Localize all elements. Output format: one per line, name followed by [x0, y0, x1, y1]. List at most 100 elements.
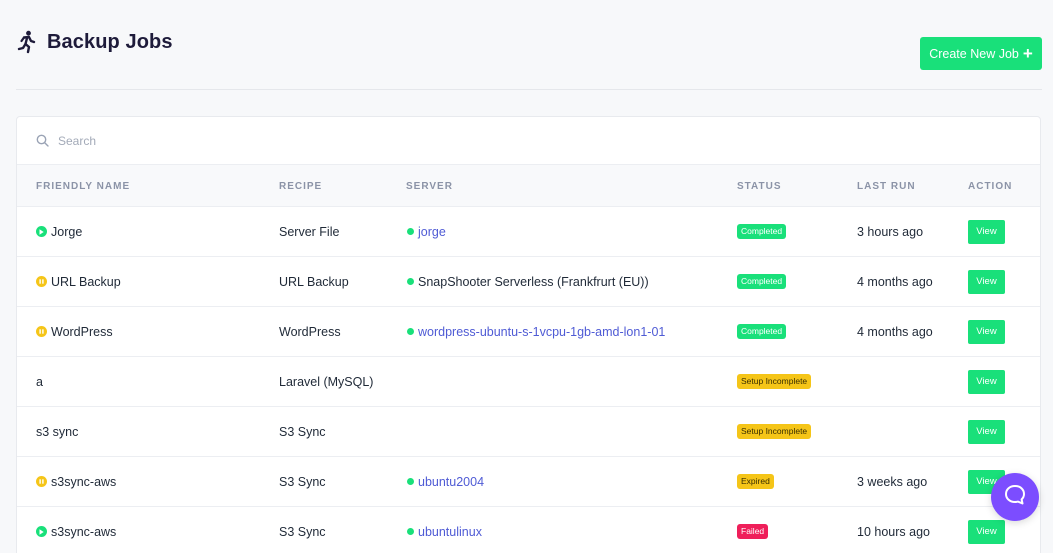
server-cell: jorge	[407, 207, 446, 256]
server-link[interactable]: ubuntulinux	[418, 525, 482, 539]
status-badge: Completed	[737, 224, 787, 239]
table-row[interactable]: a Laravel (MySQL) Setup Incomplete View	[17, 357, 1040, 407]
status-cell: Setup Incomplete	[737, 407, 812, 456]
view-button[interactable]: View	[968, 319, 1005, 344]
search-input[interactable]	[58, 133, 358, 148]
pause-icon	[36, 476, 47, 487]
page-title: Backup Jobs	[47, 30, 173, 53]
recipe-cell: Laravel (MySQL)	[279, 357, 373, 406]
status-badge: Failed	[737, 524, 769, 539]
view-button[interactable]: View	[968, 219, 1005, 244]
status-badge: Setup Incomplete	[737, 374, 812, 389]
server-cell: SnapShooter Serverless (Frankfrurt (EU))	[407, 257, 649, 306]
recipe-cell: S3 Sync	[279, 457, 326, 506]
last-run: 10 hours ago	[857, 524, 930, 539]
job-name-cell: URL Backup	[36, 257, 121, 306]
table-header: FRIENDLY NAME RECIPE SERVER STATUS LAST …	[17, 165, 1040, 207]
action-cell: View	[968, 307, 1005, 356]
status-cell: Expired	[737, 457, 774, 506]
server-online-icon	[407, 478, 414, 485]
server-link[interactable]: wordpress-ubuntu-s-1vcpu-1gb-amd-lon1-01	[418, 325, 665, 339]
job-name-cell: s3sync-aws	[36, 457, 116, 506]
job-name-cell: Jorge	[36, 207, 82, 256]
column-header-server[interactable]: SERVER	[406, 181, 453, 192]
last-run: 3 weeks ago	[857, 474, 928, 489]
last-run-cell: 4 months ago	[857, 307, 933, 356]
status-badge: Setup Incomplete	[737, 424, 812, 439]
column-header-action: ACTION	[968, 181, 1013, 192]
recipe: WordPress	[279, 324, 341, 339]
job-name-cell: s3sync-aws	[36, 507, 116, 553]
table-row[interactable]: WordPress WordPress wordpress-ubuntu-s-1vc…	[17, 307, 1040, 357]
recipe-cell: WordPress	[279, 307, 341, 356]
column-header-status[interactable]: STATUS	[737, 181, 782, 192]
view-button[interactable]: View	[968, 369, 1005, 394]
table-row[interactable]: Jorge Server File jorge Completed 3 hours ag…	[17, 207, 1040, 257]
recipe: S3 Sync	[279, 474, 326, 489]
title-wrap: Backup Jobs	[16, 30, 173, 54]
column-header-last-run[interactable]: LAST RUN	[857, 181, 916, 192]
status-badge: Expired	[737, 474, 774, 489]
last-run-cell: 10 hours ago	[857, 507, 930, 553]
search-bar	[17, 117, 1040, 165]
view-button[interactable]: View	[968, 419, 1005, 444]
status-cell: Setup Incomplete	[737, 357, 812, 406]
search-icon	[36, 134, 49, 147]
last-run-cell: 4 months ago	[857, 257, 933, 306]
action-cell: View	[968, 357, 1005, 406]
status-badge: Completed	[737, 324, 787, 339]
recipe: URL Backup	[279, 274, 349, 289]
last-run: 3 hours ago	[857, 224, 924, 239]
job-name: s3sync-aws	[51, 474, 117, 489]
runner-icon	[16, 30, 36, 54]
recipe: S3 Sync	[279, 424, 326, 439]
view-button[interactable]: View	[968, 269, 1005, 294]
play-icon	[36, 226, 47, 237]
status-cell: Completed	[737, 207, 787, 256]
job-name: URL Backup	[51, 274, 121, 289]
pause-icon	[36, 326, 47, 337]
table-row[interactable]: s3sync-aws S3 Sync ubuntulinux Failed 10 hou…	[17, 507, 1040, 553]
job-name: WordPress	[51, 324, 113, 339]
server-online-icon	[407, 228, 414, 235]
recipe: Server File	[279, 224, 340, 239]
page-header: Backup Jobs Create New Job +	[16, 28, 1042, 90]
table-row[interactable]: URL Backup URL Backup SnapShooter Serverle…	[17, 257, 1040, 307]
recipe-cell: S3 Sync	[279, 407, 326, 456]
status-cell: Completed	[737, 257, 787, 306]
job-name-cell: WordPress	[36, 307, 113, 356]
server-link: SnapShooter Serverless (Frankfrurt (EU))	[418, 274, 649, 289]
last-run-cell: 3 weeks ago	[857, 457, 927, 506]
create-new-job-button[interactable]: Create New Job +	[920, 37, 1042, 70]
chat-widget-button[interactable]	[991, 473, 1039, 521]
chat-bubble-icon	[1003, 483, 1027, 512]
server-link[interactable]: jorge	[418, 225, 446, 239]
table-row[interactable]: s3 sync S3 Sync Setup Incomplete View	[17, 407, 1040, 457]
jobs-card: FRIENDLY NAME RECIPE SERVER STATUS LAST …	[16, 116, 1041, 553]
recipe-cell: S3 Sync	[279, 507, 326, 553]
play-icon	[36, 526, 47, 537]
column-header-friendly-name[interactable]: FRIENDLY NAME	[36, 181, 130, 192]
last-run: 4 months ago	[857, 274, 933, 289]
table-row[interactable]: s3sync-aws S3 Sync ubuntu2004 Expired 3 week…	[17, 457, 1040, 507]
job-name-cell: a	[36, 357, 43, 406]
job-name: s3sync-aws	[51, 524, 117, 539]
status-cell: Failed	[737, 507, 769, 553]
column-header-recipe[interactable]: RECIPE	[279, 181, 322, 192]
job-name: s3 sync	[36, 424, 79, 439]
plus-icon: +	[1022, 44, 1033, 63]
status-badge: Completed	[737, 274, 787, 289]
view-button[interactable]: View	[968, 519, 1005, 544]
table-body: Jorge Server File jorge Completed 3 hours ag…	[17, 207, 1040, 553]
pause-icon	[36, 276, 47, 287]
server-online-icon	[407, 528, 414, 535]
server-link[interactable]: ubuntu2004	[418, 475, 484, 489]
create-new-job-label: Create New Job	[929, 46, 1019, 61]
job-name: a	[36, 374, 43, 389]
action-cell: View	[968, 407, 1005, 456]
action-cell: View	[968, 257, 1005, 306]
server-online-icon	[407, 278, 414, 285]
action-cell: View	[968, 207, 1005, 256]
server-cell: ubuntulinux	[407, 507, 482, 553]
recipe: Laravel (MySQL)	[279, 374, 374, 389]
